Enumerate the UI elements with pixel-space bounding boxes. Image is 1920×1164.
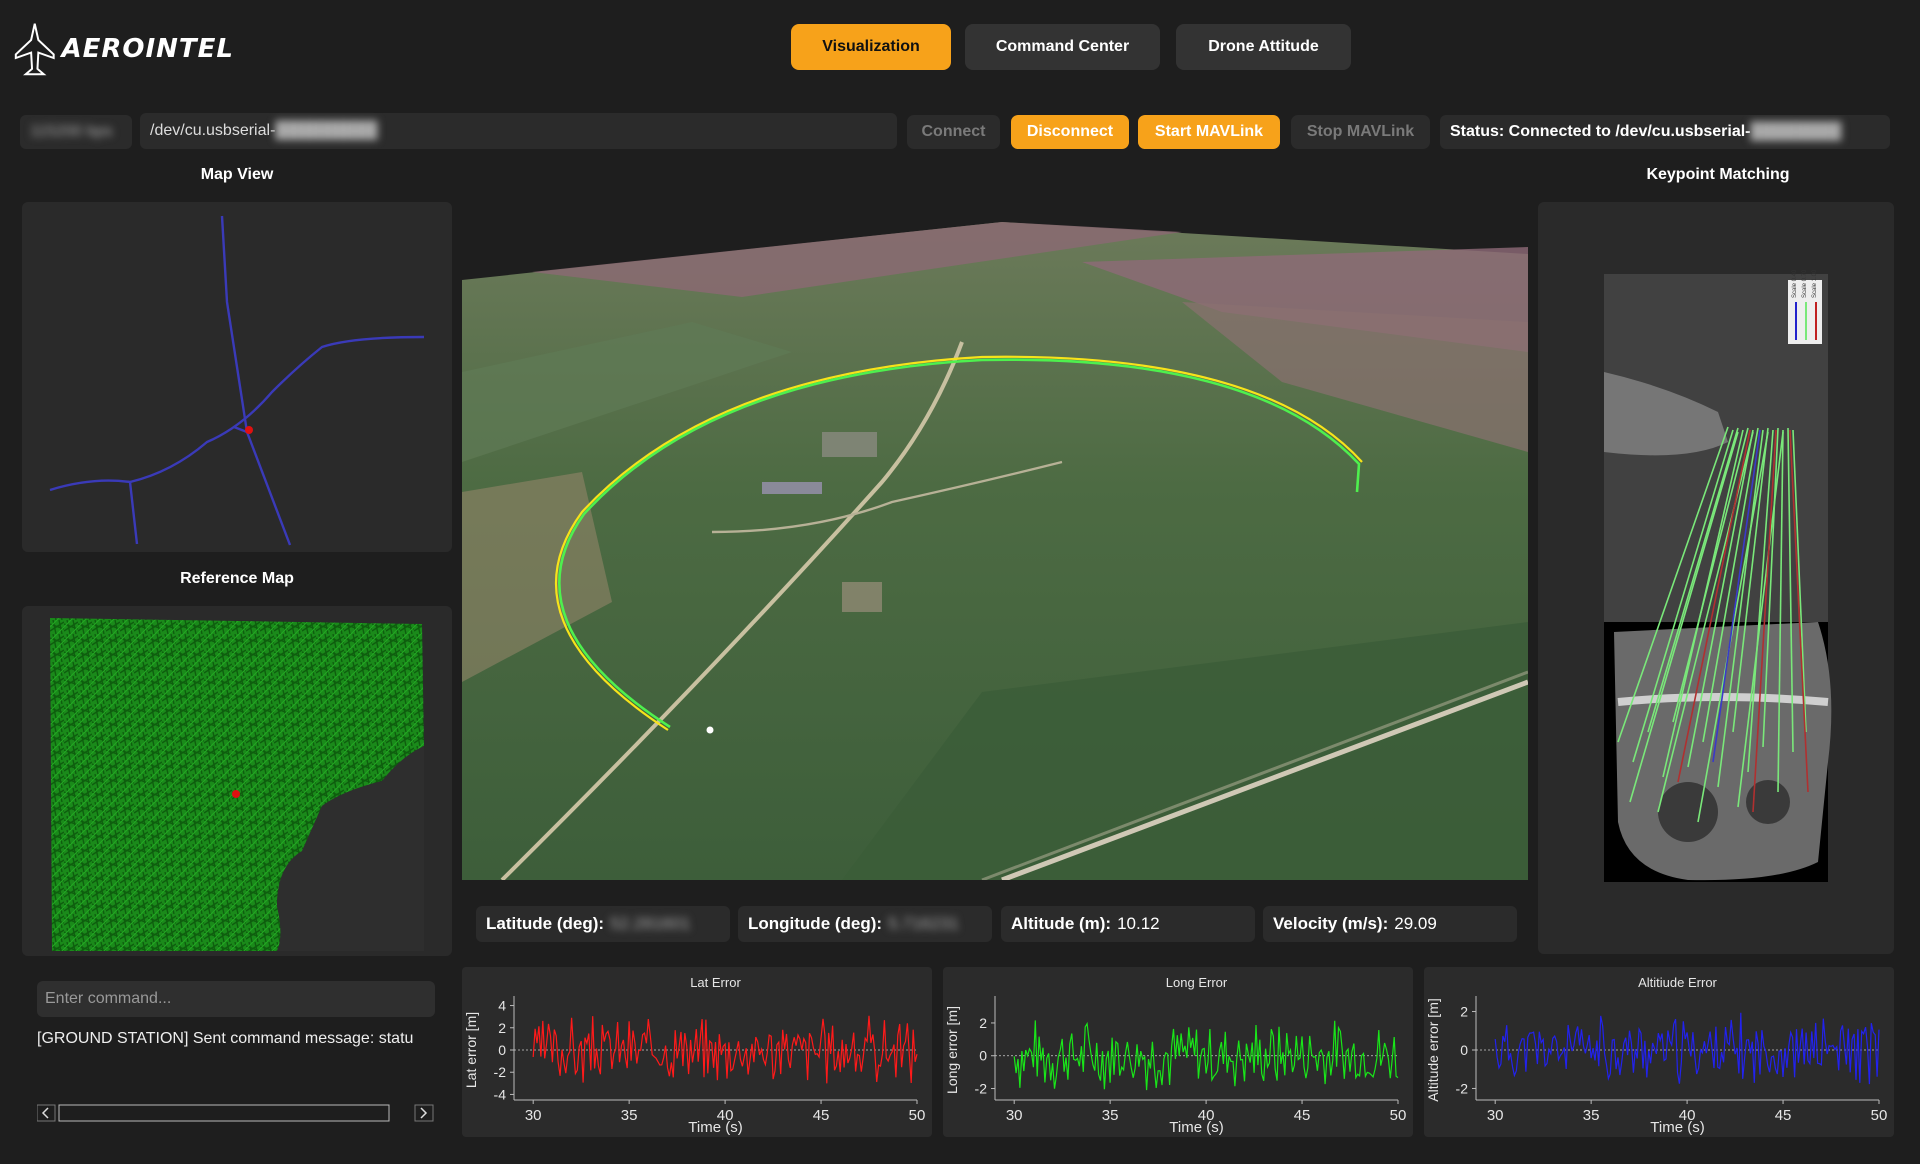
start-mavlink-button[interactable]: Start MAVLink xyxy=(1138,115,1280,149)
keypoint-matching-panel[interactable]: Scale 0.40 Scale 0.70 Scale 1.00 xyxy=(1538,202,1894,954)
y-tick-label: -2 xyxy=(494,1064,507,1080)
series-line xyxy=(532,1015,918,1084)
latitude-value: 52.281601 xyxy=(610,914,691,933)
x-axis-label: Time (s) xyxy=(1650,1119,1704,1136)
keypoint-matching-image: Scale 0.40 Scale 0.70 Scale 1.00 xyxy=(1604,269,1832,882)
x-tick-label: 30 xyxy=(525,1107,542,1124)
reference-map-image xyxy=(50,618,424,951)
series-line xyxy=(1013,1020,1399,1091)
longitude-value: 5.716231 xyxy=(888,914,959,933)
chart-title: Lat Error xyxy=(690,975,741,990)
tab-command-center[interactable]: Command Center xyxy=(965,24,1160,70)
y-tick-label: 4 xyxy=(498,998,506,1014)
x-tick-label: 30 xyxy=(1006,1107,1023,1124)
y-tick-label: -4 xyxy=(494,1086,507,1102)
x-tick-label: 35 xyxy=(1583,1107,1600,1124)
x-tick-label: 50 xyxy=(909,1107,926,1124)
disconnect-button[interactable]: Disconnect xyxy=(1011,115,1129,149)
legend-scale-100: Scale 1.00 xyxy=(1812,269,1818,298)
x-tick-label: 50 xyxy=(1871,1107,1888,1124)
satellite-terrain xyxy=(462,222,1529,883)
console-horizontal-scrollbar[interactable] xyxy=(36,1103,437,1123)
x-tick-label: 30 xyxy=(1487,1107,1504,1124)
chart-title: Altitiude Error xyxy=(1638,975,1717,990)
velocity-value: 29.09 xyxy=(1394,914,1437,933)
series-line xyxy=(1494,1012,1880,1085)
connection-status: Status: Connected to /dev/cu.usbserial- █… xyxy=(1440,115,1890,149)
keypoint-matching-title: Keypoint Matching xyxy=(1646,166,1790,183)
map-view-title: Map View xyxy=(200,166,274,183)
log-line: [GROUND STATION] Sent command message: s… xyxy=(37,1030,414,1047)
y-tick-label: 2 xyxy=(1460,1004,1468,1020)
baud-rate-select[interactable]: 115200 bps xyxy=(20,115,132,149)
long-error-chart: Long Error 2 0 -2 30 35 40 45 50 Time (s) Long err… xyxy=(943,967,1413,1137)
current-drone-marker xyxy=(706,726,714,734)
longitude-readout: Longitude (deg): 5.716231 xyxy=(738,906,992,942)
brand-name: AEROINTEL xyxy=(61,34,234,64)
reference-position-marker xyxy=(232,790,240,798)
altitude-value: 10.12 xyxy=(1117,914,1160,933)
x-tick-label: 50 xyxy=(1390,1107,1407,1124)
road-lines xyxy=(49,215,425,546)
app-logo: AEROINTEL xyxy=(14,18,234,80)
long-error-plot: Long Error20-230 35 40 45 50Time (s)Long err… xyxy=(944,975,1407,1136)
lat-error-plot: Lat Error420-2-430 35 40 45 50Time (s)Lat er… xyxy=(463,975,926,1136)
x-axis-label: Time (s) xyxy=(688,1119,742,1136)
y-tick-label: 0 xyxy=(979,1048,987,1064)
altitude-error-chart: Altitiude Error 2 0 -2 30 35 40 45 50 Time (s) Alt… xyxy=(1424,967,1894,1137)
y-tick-label: -2 xyxy=(975,1081,988,1097)
map-view-panel[interactable] xyxy=(22,202,452,552)
y-tick-label: 0 xyxy=(498,1042,506,1058)
legend-scale-070: Scale 0.70 xyxy=(1802,269,1808,298)
x-tick-label: 35 xyxy=(1102,1107,1119,1124)
building-cluster xyxy=(762,482,822,494)
x-tick-label: 45 xyxy=(1294,1107,1311,1124)
x-tick-label: 45 xyxy=(813,1107,830,1124)
serial-port-input[interactable]: /dev/cu.usbserial- █████████ xyxy=(140,113,897,149)
3d-terrain-view[interactable] xyxy=(462,202,1529,883)
y-tick-label: 2 xyxy=(498,1020,506,1036)
y-tick-label: 2 xyxy=(979,1015,987,1031)
road-network-map xyxy=(49,215,425,546)
y-tick-label: -2 xyxy=(1456,1080,1469,1096)
x-axis-label: Time (s) xyxy=(1169,1119,1223,1136)
baud-rate-value: 115200 bps xyxy=(30,123,113,140)
reference-map-panel[interactable] xyxy=(22,606,452,956)
tab-visualization[interactable]: Visualization xyxy=(791,24,951,70)
tab-drone-attitude[interactable]: Drone Attitude xyxy=(1176,24,1351,70)
lat-error-chart: Lat Error 4 2 0 -2 -4 30 35 40 45 50 Time (s) Lat er… xyxy=(462,967,932,1137)
reference-map-title: Reference Map xyxy=(180,570,294,587)
altitude-readout: Altitude (m): 10.12 xyxy=(1001,906,1255,942)
latitude-readout: Latitude (deg): 52.281601 xyxy=(476,906,730,942)
legend-scale-040: Scale 0.40 xyxy=(1792,269,1798,298)
command-input[interactable]: Enter command... xyxy=(37,981,435,1017)
connect-button[interactable]: Connect xyxy=(907,115,1000,149)
x-tick-label: 35 xyxy=(621,1107,638,1124)
x-tick-label: 45 xyxy=(1775,1107,1792,1124)
airplane-icon xyxy=(14,23,55,76)
y-axis-label: Altitude error [m] xyxy=(1425,998,1441,1101)
y-axis-label: Lat error [m] xyxy=(463,1012,479,1088)
chart-title: Long Error xyxy=(1166,975,1228,990)
y-axis-label: Long error [m] xyxy=(944,1006,960,1094)
serial-port-value: /dev/cu.usbserial- xyxy=(150,122,276,139)
altitude-error-plot: Altitiude Error20-230 35 40 45 50Time (s)Alt… xyxy=(1425,975,1888,1136)
velocity-readout: Velocity (m/s): 29.09 xyxy=(1263,906,1517,942)
drone-position-marker xyxy=(245,426,253,434)
stop-mavlink-button[interactable]: Stop MAVLink xyxy=(1291,115,1430,149)
scrollbar-thumb[interactable] xyxy=(58,1104,390,1122)
y-tick-label: 0 xyxy=(1460,1042,1468,1058)
